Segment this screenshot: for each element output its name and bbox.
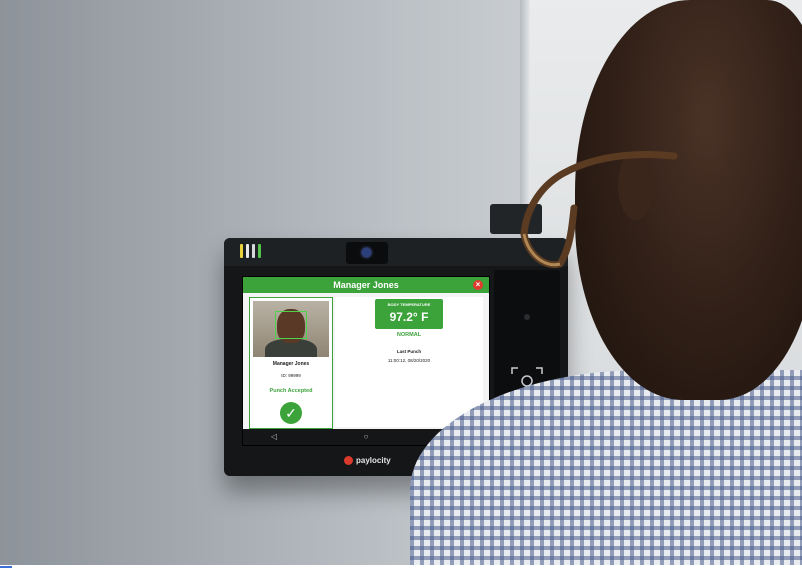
camera [346,242,388,264]
back-icon[interactable]: ◁ [269,432,279,442]
photo-scene: Manager Jones × Manager Jones ID: 99999 … [0,0,802,570]
corner-mark [0,566,12,568]
close-icon[interactable]: × [473,280,483,290]
last-punch-value: 11:00:12, 08/20/2020 [387,358,431,363]
paylocity-logo-icon [344,456,353,466]
temperature-value: 97.2° F [389,310,429,324]
employee-id: ID: 99999 [281,373,301,378]
punch-status: Punch Accepted [269,388,313,394]
eyeglasses [520,151,678,269]
status-led-yellow [240,244,243,258]
checkmark-icon: ✓ [280,402,302,424]
temperature-panel: BODY TEMPERATURE 97.2° F NORMAL Last Pun… [335,297,483,427]
status-led-white [252,244,255,258]
header-title: Manager Jones [333,280,399,290]
temperature-label: BODY TEMPERATURE [387,302,431,307]
home-icon[interactable]: ○ [361,432,371,442]
status-led-white [246,244,249,258]
brand-logo: paylocity [344,456,391,470]
camera-lens [362,248,371,257]
employee-name: Manager Jones [272,361,310,367]
screen-header: Manager Jones × [243,277,489,293]
face-detection-box [275,311,307,339]
temperature-box: BODY TEMPERATURE 97.2° F [375,299,443,329]
proximity-sensor [524,314,530,320]
temperature-status: NORMAL [396,332,422,338]
bottom-border [0,565,802,570]
last-punch-label: Last Punch [396,349,422,354]
brand-name: paylocity [356,456,391,465]
employee-photo [253,301,329,357]
status-led-green [258,244,261,258]
employee-card: Manager Jones ID: 99999 Punch Accepted ✓ [249,297,333,429]
